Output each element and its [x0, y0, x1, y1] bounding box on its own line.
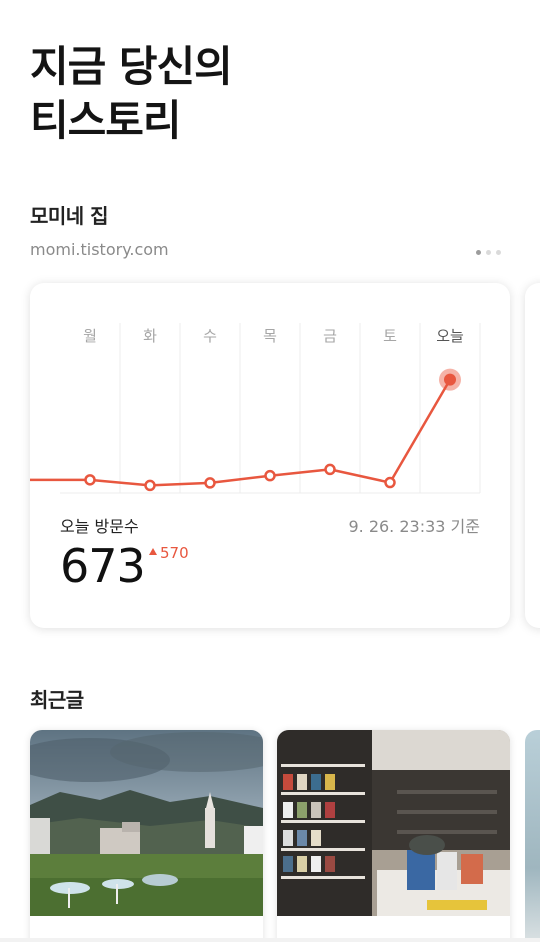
page-title-line-1: 지금 당신의 — [30, 42, 233, 91]
visit-delta-value: 570 — [160, 544, 189, 562]
carousel-pager — [476, 250, 501, 255]
chart-tick-label: 화 — [143, 327, 157, 345]
visit-delta: 570 — [149, 544, 189, 562]
blog-url[interactable]: momi.tistory.com — [30, 240, 169, 259]
tistory-stats-screen: 지금 당신의 티스토리 모미네 집 momi.tistory.com 월 화 수 목 금… — [0, 0, 540, 942]
today-visits-label: 오늘 방문수 — [60, 517, 139, 536]
recent-posts-title: 최근글 — [30, 688, 84, 712]
post-thumbnail-image — [277, 730, 510, 916]
post-thumbnail-image — [30, 730, 263, 916]
chart-point — [144, 479, 156, 492]
chart-tick-label: 월 — [83, 327, 97, 345]
visitor-stats-card[interactable]: 월 화 수 목 금 토 오늘 오늘 방문수 9. 26. 23:33 기준 673 570 — [30, 283, 510, 628]
pager-dot — [476, 250, 481, 255]
page-title: 지금 당신의 티스토리 — [30, 40, 233, 148]
weekly-visits-chart: 월 화 수 목 금 토 오늘 — [30, 323, 481, 494]
recent-post-card[interactable] — [277, 730, 510, 942]
today-visit-count: 673 — [60, 539, 146, 593]
page-title-line-2: 티스토리 — [30, 96, 182, 145]
chart-tick-label: 금 — [323, 327, 337, 345]
chart-point — [444, 373, 456, 386]
blog-name[interactable]: 모미네 집 — [30, 200, 109, 229]
next-post-card[interactable] — [525, 730, 540, 942]
chart-point — [84, 474, 96, 486]
chart-point — [264, 469, 276, 482]
chart-point — [384, 476, 396, 489]
pager-dot — [496, 250, 501, 255]
bottom-divider — [0, 938, 540, 942]
up-triangle-icon — [149, 548, 157, 555]
chart-tick-label: 토 — [383, 327, 397, 345]
chart-point — [324, 463, 336, 476]
stats-timestamp: 9. 26. 23:33 기준 — [348, 517, 480, 536]
next-stats-card[interactable] — [525, 283, 540, 628]
chart-tick-label: 오늘 — [436, 327, 464, 345]
chart-tick-label: 목 — [263, 327, 277, 345]
pager-dot — [486, 250, 491, 255]
chart-tick-label: 수 — [203, 327, 217, 345]
chart-point — [204, 477, 216, 489]
recent-post-card[interactable] — [30, 730, 263, 942]
